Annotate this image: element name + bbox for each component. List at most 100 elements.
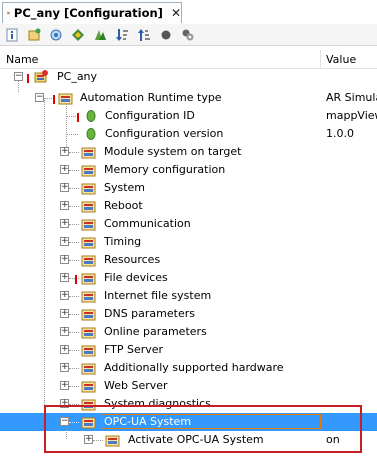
expand-icon[interactable]: + [60,201,69,210]
red-marker [77,113,79,122]
tree-connector [69,278,79,279]
tree-connector [69,350,79,351]
expand-icon[interactable]: + [60,255,69,264]
tree-row-node[interactable]: + DNS parameters [0,305,377,323]
folder-icon [81,255,96,267]
column-value-header[interactable]: Value [326,53,356,66]
expand-icon[interactable]: + [60,291,69,300]
folder-icon [81,381,96,393]
expand-icon[interactable]: + [60,381,69,390]
sort-descending-icon[interactable] [114,27,130,43]
tree-row-node[interactable]: + File devices [0,269,377,287]
tree-connector [69,296,79,297]
tree-row-node[interactable]: + Internet file system [0,287,377,305]
tree-value-config-version[interactable]: 1.0.0 [326,127,377,140]
tree-row-node[interactable]: + Resources [0,251,377,269]
tree-label-node: Resources [104,253,161,266]
tree-label-node: FTP Server [104,343,164,356]
tree-label-node: DNS parameters [104,307,195,320]
tree-connector [69,314,79,315]
tree-connector [69,386,79,387]
tree-value-config-id[interactable]: mappView [326,109,377,122]
tree-row-config-id[interactable]: Configuration ID mappView [0,107,377,125]
tree-row-node[interactable]: + Additionally supported hardware [0,359,377,377]
tree-connector [69,332,79,333]
red-marker [53,95,55,104]
tree-label-node: Module system on target [104,145,242,158]
tree-row-node[interactable]: + Memory configuration [0,161,377,179]
folder-icon [81,309,96,321]
expand-icon[interactable]: + [60,219,69,228]
tree-row-runtime[interactable]: − Automation Runtime type AR Simulat [0,89,377,107]
tree-row-node[interactable]: + Online parameters [0,323,377,341]
tree-connector [69,170,79,171]
expand-icon[interactable]: + [60,273,69,282]
tree-label-node: Timing [104,235,142,248]
folder-icon [81,147,96,159]
info-icon[interactable] [4,27,20,43]
tab-strip: PC_any [Configuration] ✕ [0,0,377,25]
folder-icon [81,201,96,213]
tab-configuration[interactable]: PC_any [Configuration] ✕ [2,2,182,23]
parameter-icon [86,110,96,122]
tree-label-root: PC_any [57,70,98,83]
expand-icon[interactable]: + [60,165,69,174]
sort-ascending-icon[interactable] [136,27,152,43]
tree-connector [66,134,78,135]
close-icon[interactable]: ✕ [171,6,181,20]
folder-icon [81,273,96,285]
highlight-annotation-box [44,405,362,453]
tree-row-node[interactable]: + Web Server [0,377,377,395]
folder-icon [81,363,96,375]
tree-row-node[interactable]: + Reboot [0,197,377,215]
tree-row-node[interactable]: + Timing [0,233,377,251]
collapse-icon[interactable]: − [35,93,44,102]
tree-label-node: System [104,181,146,194]
tree-row-root[interactable]: − PC_any [0,68,377,86]
collapse-icon[interactable]: − [14,72,23,81]
tree-row-node[interactable]: + Module system on target [0,143,377,161]
tree-row-node[interactable]: + FTP Server [0,341,377,359]
tree-label-node: Additionally supported hardware [104,361,284,374]
tree-label-runtime: Automation Runtime type [80,91,222,104]
expand-icon[interactable]: + [60,237,69,246]
folder-icon [81,183,96,195]
tree-label-config-id: Configuration ID [105,109,195,122]
tree-connector [69,368,79,369]
tree-row-node[interactable]: + Communication [0,215,377,233]
expand-icon[interactable]: + [60,363,69,372]
tree-row-node[interactable]: + System [0,179,377,197]
tree-label-node: Memory configuration [104,163,226,176]
group-icon[interactable] [92,27,108,43]
tree-connector [69,224,79,225]
folder-icon [81,219,96,231]
toolbar [0,24,377,46]
column-separator[interactable] [320,50,321,68]
tree-label-node: Communication [104,217,191,230]
column-header: Name Value [0,50,377,69]
tree-label-node: Online parameters [104,325,207,338]
settings-icon[interactable] [180,27,196,43]
arrange-icon[interactable] [70,27,86,43]
pc-icon [34,70,48,83]
tree-connector [69,260,79,261]
tree-label-node: Web Server [104,379,168,392]
tree-connector [69,152,79,153]
properties-icon[interactable] [48,27,64,43]
column-name-header[interactable]: Name [6,53,38,66]
tree-row-config-version[interactable]: Configuration version 1.0.0 [0,125,377,143]
expand-icon[interactable]: + [60,327,69,336]
tree-label-node: Reboot [104,199,143,212]
record-icon[interactable] [158,27,174,43]
tree-label-node: Internet file system [104,289,212,302]
tree-value-runtime[interactable]: AR Simulat [326,91,377,104]
tree-label-config-version: Configuration version [105,127,224,140]
folder-icon [81,291,96,303]
expand-icon[interactable]: + [60,183,69,192]
tree-label-node: File devices [104,271,168,284]
expand-icon[interactable]: + [60,147,69,156]
expand-icon[interactable]: + [60,345,69,354]
expand-icon[interactable]: + [60,309,69,318]
add-icon[interactable] [26,27,42,43]
tab-title: PC_any [Configuration] [13,6,163,20]
